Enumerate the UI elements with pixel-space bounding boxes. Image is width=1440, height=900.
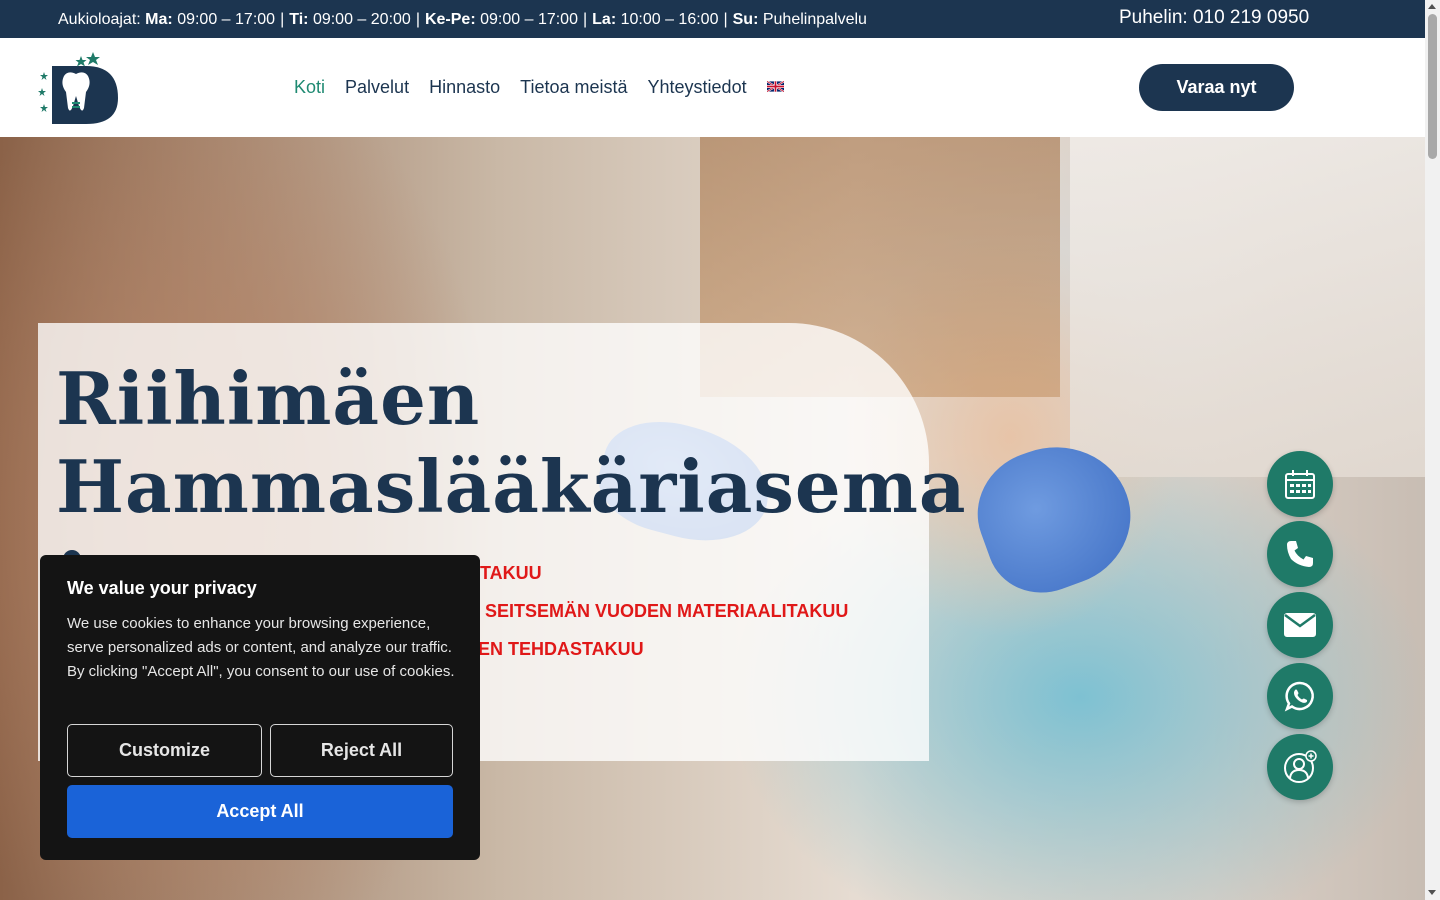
- hours-day: Ti:: [289, 11, 309, 28]
- site-header: Koti Palvelut Hinnasto Tietoa meistä Yht…: [0, 38, 1425, 137]
- guarantee-line: SEITSEMÄN VUODEN MATERIAALITAKUU: [485, 601, 849, 621]
- whatsapp-icon: [1284, 681, 1314, 712]
- hero-title-line: Riihimäen: [56, 356, 481, 441]
- hero-title: Riihimäen Hammaslääkäriasema: [56, 355, 967, 531]
- hours-separator: |: [415, 11, 420, 28]
- guarantee-line: EN TEHDASTAKUU: [478, 639, 644, 659]
- nav-item-tietoa-meista[interactable]: Tietoa meistä: [520, 77, 627, 98]
- customize-button[interactable]: Customize: [67, 724, 262, 777]
- phone-icon: [1287, 541, 1313, 567]
- cookie-consent-dialog: We value your privacy We use cookies to …: [40, 555, 480, 860]
- guarantee-line: TAKUU: [480, 563, 542, 583]
- hours-separator: |: [280, 11, 285, 28]
- hours-time: Puhelinpalvelu: [762, 11, 867, 28]
- nav-item-palvelut[interactable]: Palvelut: [345, 77, 409, 98]
- opening-hours-label: Aukioloajat:: [58, 11, 141, 28]
- cookie-title: We value your privacy: [67, 578, 257, 598]
- booking-fab-button[interactable]: [1267, 451, 1333, 517]
- hours-time: 09:00 – 17:00: [177, 11, 276, 28]
- top-info-bar: Aukioloajat: Ma: 09:00 – 17:00 | Ti: 09:00…: [0, 0, 1425, 38]
- nav-item-yhteystiedot[interactable]: Yhteystiedot: [648, 77, 747, 98]
- header-phone-link[interactable]: Puhelin: 010 219 0950: [1119, 7, 1309, 29]
- tooth-logo-icon: [38, 52, 118, 124]
- hours-day: Ke-Pe:: [424, 11, 476, 28]
- patient-fab-button[interactable]: [1267, 734, 1333, 800]
- clinic-logo[interactable]: [38, 50, 120, 126]
- hours-day: Su:: [732, 11, 759, 28]
- reject-all-button[interactable]: Reject All: [270, 724, 453, 777]
- hours-separator: |: [723, 11, 728, 28]
- scrollbar-thumb[interactable]: [1428, 14, 1437, 159]
- hours-day: Ma:: [145, 11, 173, 28]
- scroll-down-arrow-icon[interactable]: [1428, 890, 1436, 895]
- hero-title-line: Hammaslääkäriasema: [56, 444, 967, 529]
- page-scrollbar[interactable]: [1425, 0, 1440, 900]
- envelope-icon: [1284, 613, 1316, 637]
- opening-hours: Aukioloajat: Ma: 09:00 – 17:00 | Ti: 09:00…: [58, 11, 867, 29]
- nav-item-hinnasto[interactable]: Hinnasto: [429, 77, 500, 98]
- hours-time: 09:00 – 20:00: [312, 11, 411, 28]
- hours-time: 10:00 – 16:00: [620, 11, 719, 28]
- whatsapp-fab-button[interactable]: [1267, 663, 1333, 729]
- call-fab-button[interactable]: [1267, 521, 1333, 587]
- scroll-up-arrow-icon[interactable]: [1428, 4, 1436, 9]
- email-fab-button[interactable]: [1267, 592, 1333, 658]
- hero-background-window: [1070, 137, 1425, 477]
- calendar-icon: [1285, 470, 1315, 499]
- patient-add-icon: [1284, 750, 1317, 783]
- hours-time: 09:00 – 17:00: [480, 11, 578, 28]
- uk-flag-icon[interactable]: [766, 81, 784, 92]
- nav-item-koti[interactable]: Koti: [294, 77, 325, 98]
- hours-separator: |: [582, 11, 588, 28]
- accept-all-button[interactable]: Accept All: [67, 785, 453, 838]
- book-now-button[interactable]: Varaa nyt: [1139, 64, 1294, 111]
- cookie-text: We use cookies to enhance your browsing …: [67, 615, 455, 680]
- hours-day: La:: [592, 11, 617, 28]
- main-navigation: Koti Palvelut Hinnasto Tietoa meistä Yht…: [294, 77, 784, 98]
